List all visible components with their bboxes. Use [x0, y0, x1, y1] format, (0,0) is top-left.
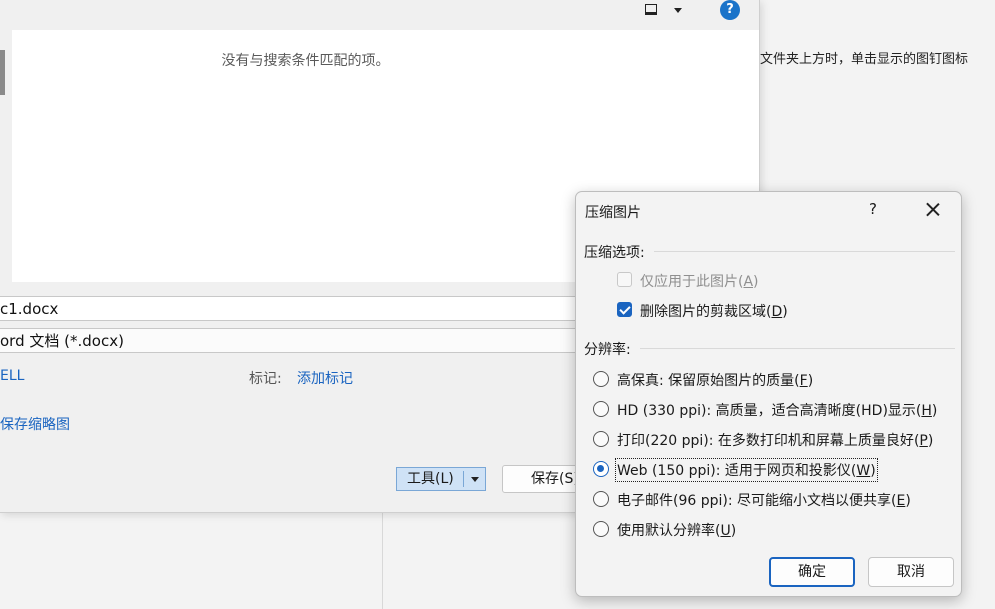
resolution-radio-web[interactable] [593, 461, 609, 477]
tools-button-label: 工具(L) [407, 471, 454, 487]
delete-crop-label: 删除图片的剪裁区域(D) [640, 304, 788, 320]
delete-crop-checkbox[interactable] [617, 302, 632, 317]
chevron-down-icon [674, 8, 682, 13]
tags-label: 标记: [249, 371, 282, 387]
resolution-text: HD (330 ppi): 高质量，适合高清晰度(HD)显示 [617, 403, 916, 419]
nav-pane-scrollbar[interactable] [0, 50, 5, 95]
chevron-down-icon[interactable] [471, 477, 479, 482]
delete-crop-text: 删除图片的剪裁区域 [640, 304, 766, 320]
resolution-radio-email[interactable] [593, 491, 609, 507]
view-options-button[interactable] [644, 3, 688, 19]
author-link[interactable]: ELL [0, 368, 24, 384]
dialog-title: 压缩图片 [585, 205, 641, 221]
resolution-accesskey: W [856, 463, 871, 479]
resolution-text: 打印(220 ppi): 在多数打印机和屏幕上质量良好 [617, 433, 914, 449]
resolution-accesskey: E [896, 493, 906, 509]
help-button[interactable]: ? [869, 200, 877, 218]
apply-only-text: 仅应用于此图片 [640, 274, 738, 290]
resolution-label-print: 打印(220 ppi): 在多数打印机和屏幕上质量良好(P) [617, 433, 934, 449]
resolution-label-default: 使用默认分辨率(U) [617, 523, 737, 539]
add-tags-link[interactable]: 添加标记 [297, 368, 353, 388]
close-icon[interactable] [923, 200, 943, 220]
save-thumbnail-checkbox-label[interactable]: 保存缩略图 [0, 414, 70, 434]
resolution-label-high-fidelity: 高保真: 保留原始图片的质量(F) [617, 373, 814, 389]
resolution-radio-hd[interactable] [593, 401, 609, 417]
resolution-radio-high-fidelity[interactable] [593, 371, 609, 387]
background-divider [382, 512, 383, 609]
cancel-button[interactable]: 取消 [868, 557, 954, 587]
resolution-label-email: 电子邮件(96 ppi): 尽可能缩小文档以便共享(E) [617, 493, 911, 509]
resolution-accesskey: H [921, 403, 932, 419]
resolution-label-web: Web (150 ppi): 适用于网页和投影仪(W) [615, 458, 878, 482]
resolution-accesskey: P [919, 433, 928, 449]
resolution-text: 电子邮件(96 ppi): 尽可能缩小文档以便共享 [617, 493, 892, 509]
delete-crop-accesskey: D [771, 304, 783, 320]
apply-only-accesskey: A [743, 274, 754, 290]
empty-results-message: 没有与搜索条件匹配的项。 [221, 53, 390, 69]
resolution-heading: 分辨率: [584, 342, 631, 358]
compress-pictures-dialog: 压缩图片 ? 压缩选项: 仅应用于此图片(A) 删除图片的剪裁区域(D) 分辨率… [575, 191, 962, 597]
section-divider [654, 251, 955, 252]
tools-button-separator [463, 471, 464, 487]
compression-options-heading: 压缩选项: [584, 245, 645, 261]
resolution-accesskey: F [799, 373, 808, 389]
resolution-radio-print[interactable] [593, 431, 609, 447]
help-icon[interactable]: ? [720, 0, 740, 20]
resolution-label-hd: HD (330 ppi): 高质量，适合高清晰度(HD)显示(H) [617, 403, 938, 419]
resolution-text: 使用默认分辨率 [617, 523, 715, 539]
resolution-text: 高保真: 保留原始图片的质量 [617, 373, 795, 389]
ok-button[interactable]: 确定 [769, 557, 855, 587]
apply-only-label: 仅应用于此图片(A) [640, 274, 759, 290]
view-pane-icon [645, 4, 657, 15]
resolution-accesskey: U [720, 523, 731, 539]
background-hint-text: 文件夹上方时，单击显示的图钉图标 [760, 52, 969, 67]
filename-input[interactable]: c1.docx [0, 296, 600, 321]
filetype-select[interactable]: ord 文档 (*.docx) [0, 328, 600, 353]
section-divider [640, 348, 955, 349]
tools-button[interactable]: 工具(L) [396, 467, 486, 491]
resolution-radio-default[interactable] [593, 521, 609, 537]
resolution-text: Web (150 ppi): 适用于网页和投影仪 [617, 463, 851, 479]
apply-only-checkbox[interactable] [617, 272, 632, 287]
